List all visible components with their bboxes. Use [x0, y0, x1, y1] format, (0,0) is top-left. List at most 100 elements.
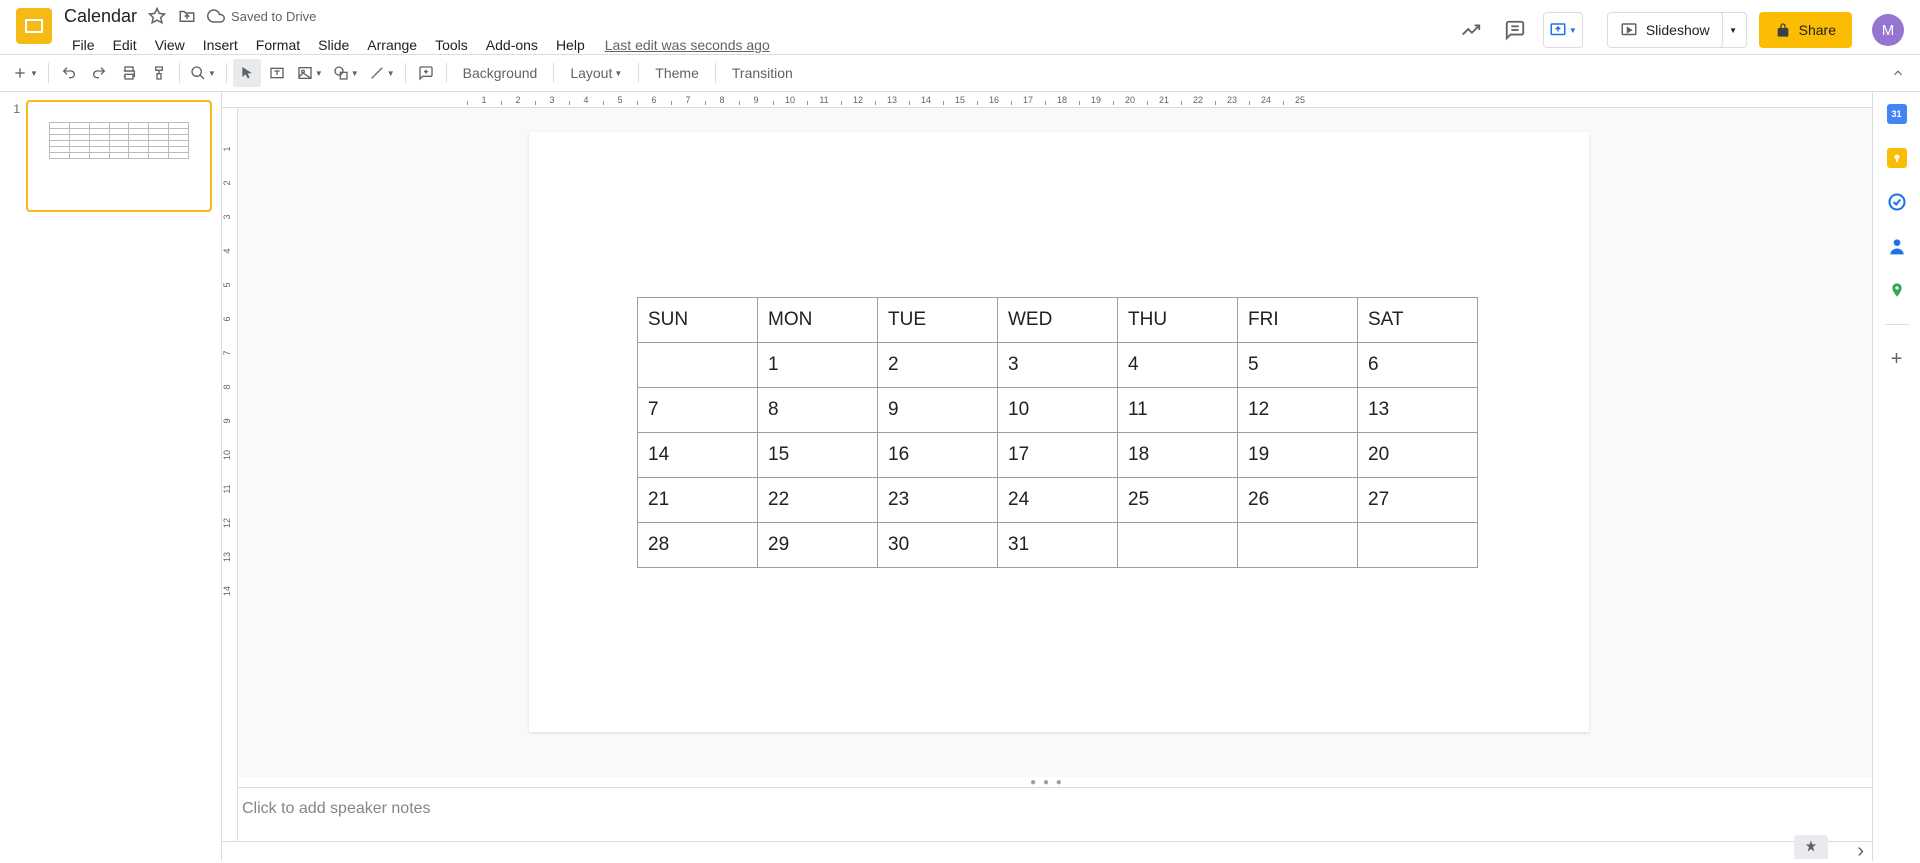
user-avatar[interactable]: M — [1872, 14, 1904, 46]
date-cell[interactable]: 10 — [998, 388, 1118, 433]
date-cell[interactable] — [638, 343, 758, 388]
select-tool[interactable] — [233, 59, 261, 87]
vertical-ruler[interactable]: 1234567891011121314 — [222, 108, 238, 861]
menu-edit[interactable]: Edit — [105, 33, 145, 57]
date-cell[interactable]: 23 — [878, 478, 998, 523]
slide-thumbnail-1[interactable] — [26, 100, 212, 212]
date-cell[interactable]: 27 — [1358, 478, 1478, 523]
date-cell[interactable]: 28 — [638, 523, 758, 568]
paint-format-button[interactable] — [145, 59, 173, 87]
menu-view[interactable]: View — [147, 33, 193, 57]
menu-addons[interactable]: Add-ons — [478, 33, 546, 57]
undo-button[interactable] — [55, 59, 83, 87]
date-cell[interactable]: 13 — [1358, 388, 1478, 433]
menu-tools[interactable]: Tools — [427, 33, 476, 57]
layout-button[interactable]: Layout▼ — [560, 59, 632, 87]
date-cell[interactable]: 20 — [1358, 433, 1478, 478]
menu-help[interactable]: Help — [548, 33, 593, 57]
side-panel-toggle[interactable]: › — [1857, 840, 1864, 863]
document-title[interactable]: Calendar — [64, 6, 137, 27]
header-cell[interactable]: MON — [758, 298, 878, 343]
header-cell[interactable]: TUE — [878, 298, 998, 343]
shape-tool[interactable]: ▼ — [329, 59, 363, 87]
date-cell[interactable]: 3 — [998, 343, 1118, 388]
last-edit-link[interactable]: Last edit was seconds ago — [605, 37, 770, 53]
slideshow-dropdown[interactable]: ▼ — [1719, 12, 1747, 48]
date-cell[interactable]: 19 — [1238, 433, 1358, 478]
saved-status: Saved to Drive — [207, 7, 316, 25]
comments-icon[interactable] — [1499, 14, 1531, 46]
background-button[interactable]: Background — [453, 59, 548, 87]
activity-icon[interactable] — [1455, 14, 1487, 46]
menu-arrange[interactable]: Arrange — [359, 33, 425, 57]
header-cell[interactable]: SAT — [1358, 298, 1478, 343]
header-cell[interactable]: SUN — [638, 298, 758, 343]
theme-button[interactable]: Theme — [645, 59, 709, 87]
date-cell[interactable] — [1238, 523, 1358, 568]
maps-app-icon[interactable] — [1887, 280, 1907, 300]
header-cell[interactable]: FRI — [1238, 298, 1358, 343]
tasks-app-icon[interactable] — [1887, 192, 1907, 212]
share-button[interactable]: Share — [1759, 12, 1852, 48]
separator — [48, 63, 49, 83]
line-tool[interactable]: ▼ — [365, 59, 399, 87]
textbox-tool[interactable] — [263, 59, 291, 87]
explore-button[interactable] — [1794, 835, 1828, 859]
horizontal-ruler[interactable]: 1234567891011121314151617181920212223242… — [222, 92, 1872, 108]
calendar-table[interactable]: SUN MON TUE WED THU FRI SAT 1 2 3 4 — [637, 297, 1478, 568]
date-cell[interactable]: 7 — [638, 388, 758, 433]
slideshow-button[interactable]: Slideshow — [1607, 12, 1723, 48]
slide-filmstrip[interactable]: 1 — [0, 92, 222, 861]
redo-button[interactable] — [85, 59, 113, 87]
menu-file[interactable]: File — [64, 33, 103, 57]
date-cell[interactable]: 11 — [1118, 388, 1238, 433]
header-cell[interactable]: THU — [1118, 298, 1238, 343]
keep-app-icon[interactable] — [1887, 148, 1907, 168]
image-tool[interactable]: ▼ — [293, 59, 327, 87]
menu-slide[interactable]: Slide — [310, 33, 357, 57]
menu-format[interactable]: Format — [248, 33, 308, 57]
calendar-app-icon[interactable]: 31 — [1887, 104, 1907, 124]
speaker-notes[interactable]: Click to add speaker notes — [222, 787, 1872, 841]
zoom-button[interactable]: ▼ — [186, 59, 220, 87]
menu-insert[interactable]: Insert — [195, 33, 246, 57]
date-cell[interactable]: 15 — [758, 433, 878, 478]
date-cell[interactable]: 6 — [1358, 343, 1478, 388]
date-cell[interactable]: 21 — [638, 478, 758, 523]
date-cell[interactable]: 26 — [1238, 478, 1358, 523]
slide-canvas-wrap[interactable]: SUN MON TUE WED THU FRI SAT 1 2 3 4 — [222, 108, 1872, 777]
date-cell[interactable]: 25 — [1118, 478, 1238, 523]
print-button[interactable] — [115, 59, 143, 87]
date-cell[interactable] — [1358, 523, 1478, 568]
date-cell[interactable]: 14 — [638, 433, 758, 478]
date-cell[interactable]: 31 — [998, 523, 1118, 568]
date-cell[interactable] — [1118, 523, 1238, 568]
comment-tool[interactable] — [412, 59, 440, 87]
slides-logo[interactable] — [16, 8, 52, 44]
contacts-app-icon[interactable] — [1887, 236, 1907, 256]
star-icon[interactable] — [147, 6, 167, 26]
date-cell[interactable]: 5 — [1238, 343, 1358, 388]
date-cell[interactable]: 4 — [1118, 343, 1238, 388]
date-cell[interactable]: 24 — [998, 478, 1118, 523]
date-cell[interactable]: 17 — [998, 433, 1118, 478]
date-cell[interactable]: 30 — [878, 523, 998, 568]
date-cell[interactable]: 9 — [878, 388, 998, 433]
date-cell[interactable]: 2 — [878, 343, 998, 388]
transition-button[interactable]: Transition — [722, 59, 803, 87]
new-slide-button[interactable]: ▼ — [8, 59, 42, 87]
date-cell[interactable]: 8 — [758, 388, 878, 433]
header-cell[interactable]: WED — [998, 298, 1118, 343]
date-cell[interactable]: 12 — [1238, 388, 1358, 433]
date-cell[interactable]: 22 — [758, 478, 878, 523]
date-cell[interactable]: 16 — [878, 433, 998, 478]
add-app-button[interactable]: + — [1887, 349, 1907, 369]
present-button[interactable]: ▼ — [1543, 12, 1583, 48]
slide-canvas[interactable]: SUN MON TUE WED THU FRI SAT 1 2 3 4 — [529, 132, 1589, 732]
date-cell[interactable]: 18 — [1118, 433, 1238, 478]
move-icon[interactable] — [177, 6, 197, 26]
date-cell[interactable]: 29 — [758, 523, 878, 568]
hide-menus-button[interactable] — [1884, 59, 1912, 87]
notes-drag-handle[interactable]: ● ● ● — [222, 777, 1872, 787]
date-cell[interactable]: 1 — [758, 343, 878, 388]
